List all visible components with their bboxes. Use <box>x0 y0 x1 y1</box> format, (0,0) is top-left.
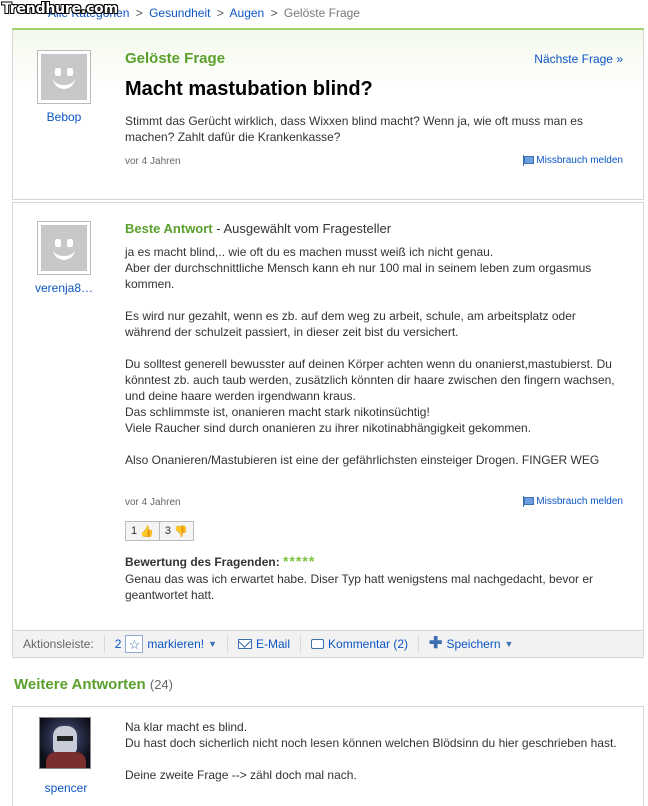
best-answer-panel: verenja8… Beste Antwort - Ausgewählt vom… <box>12 202 644 658</box>
question-panel: Bebop Gelöste Frage Nächste Frage » Mach… <box>12 28 644 200</box>
answer-paragraph: Du solltest generell bewusster auf deine… <box>125 357 615 435</box>
rating-stars: ***** <box>283 553 316 569</box>
report-abuse-link[interactable]: Missbrauch melden <box>522 155 623 166</box>
breadcrumb-separator: > <box>216 6 224 20</box>
thumbs-down-button[interactable]: 3 👎 <box>158 522 193 540</box>
breadcrumb-health[interactable]: Gesundheit <box>149 6 210 20</box>
thumbs-up-button[interactable]: 1 👍 <box>126 522 159 540</box>
question-body: Stimmt das Gerücht wirklich, dass Wixxen… <box>125 114 583 144</box>
next-question-link[interactable]: Nächste Frage » <box>534 52 623 66</box>
answer-text: Na klar macht es blind. Du hast doch sic… <box>125 720 617 782</box>
answer-timestamp: vor 4 Jahren <box>125 497 181 508</box>
best-answer-label: Beste Antwort <box>125 221 213 236</box>
thumbs-down-count: 3 <box>164 525 171 537</box>
action-bar: Aktionsleiste: 2 ☆ markieren! ▼ E-Mail K… <box>12 630 644 658</box>
selected-by-text: - Ausgewählt vom Fragesteller <box>212 221 392 236</box>
action-bar-label-item: Aktionsleiste: <box>13 635 105 653</box>
chevron-down-icon: ▼ <box>504 639 514 649</box>
asker-rating-label: Bewertung des Fragenden: <box>125 555 280 569</box>
comment-icon <box>311 639 325 649</box>
save-button[interactable]: ✚ Speichern ▼ <box>419 635 523 653</box>
watermark: Trendhure.com <box>2 1 118 17</box>
more-answers-heading: Weitere Antworten (24) <box>14 676 173 693</box>
flag-icon <box>522 155 535 166</box>
email-button[interactable]: E-Mail <box>228 635 302 653</box>
answer-paragraph: ja es macht blind,.. wie oft du es mache… <box>125 245 592 291</box>
answer-paragraph: Also Onanieren/Mastubieren ist eine der … <box>125 453 600 467</box>
default-avatar-icon <box>41 54 87 100</box>
breadcrumb-separator: > <box>135 6 143 20</box>
mark-button[interactable]: 2 ☆ markieren! ▼ <box>105 635 228 653</box>
thumbs-up-icon: 👍 <box>140 525 154 538</box>
asker-name[interactable]: Bebop <box>24 110 104 124</box>
vote-box: 1 👍 3 👎 <box>125 521 194 541</box>
answerer-avatar[interactable] <box>37 221 91 275</box>
answerer-name[interactable]: verenja8… <box>24 281 104 295</box>
chevron-down-icon: ▼ <box>208 639 217 649</box>
more-answers-label: Weitere Antworten <box>14 676 146 693</box>
question-title: Macht mastubation blind? <box>125 78 373 100</box>
more-answers-count: (24) <box>149 677 173 692</box>
flag-icon <box>522 496 535 507</box>
default-avatar-icon <box>41 225 87 271</box>
thumbs-up-count: 1 <box>131 525 138 537</box>
best-answer-heading: Beste Antwort - Ausgewählt vom Fragestel… <box>125 221 391 236</box>
asker-avatar[interactable] <box>37 50 91 104</box>
best-answer-body: ja es macht blind,.. wie oft du es mache… <box>125 244 625 484</box>
breadcrumb-eyes[interactable]: Augen <box>230 6 265 20</box>
question-timestamp: vor 4 Jahren <box>125 156 181 167</box>
report-abuse-label: Missbrauch melden <box>536 496 623 507</box>
comment-button[interactable]: Kommentar (2) <box>301 635 420 653</box>
star-count: 2 <box>114 637 122 651</box>
save-label: Speichern <box>446 637 501 651</box>
email-label: E-Mail <box>256 637 291 651</box>
report-abuse-link[interactable]: Missbrauch melden <box>522 496 623 507</box>
resolved-question-label: Gelöste Frage <box>125 50 226 67</box>
report-abuse-label: Missbrauch melden <box>536 155 623 166</box>
user-photo-avatar[interactable] <box>39 717 91 769</box>
breadcrumb-separator: > <box>270 6 278 20</box>
asker-rating: Bewertung des Fragenden: ***** <box>125 553 315 569</box>
thumbs-down-icon: 👎 <box>173 525 188 538</box>
star-icon: ☆ <box>125 635 144 653</box>
asker-rating-comment: Genau das was ich erwartet habe. Diser T… <box>125 572 594 602</box>
envelope-icon <box>238 639 252 649</box>
comment-label: Kommentar (2) <box>328 637 409 651</box>
plus-icon: ✚ <box>429 635 443 652</box>
answer-paragraph: Es wird nur gezahlt, wenn es zb. auf dem… <box>125 309 576 339</box>
answer-user-name[interactable]: spencer <box>26 781 106 795</box>
answer-item: spencer Na klar macht es blind. Du hast … <box>12 706 644 806</box>
mark-label: markieren! <box>147 637 205 651</box>
breadcrumb-current: Gelöste Frage <box>283 6 360 20</box>
action-bar-label: Aktionsleiste: <box>23 637 94 651</box>
